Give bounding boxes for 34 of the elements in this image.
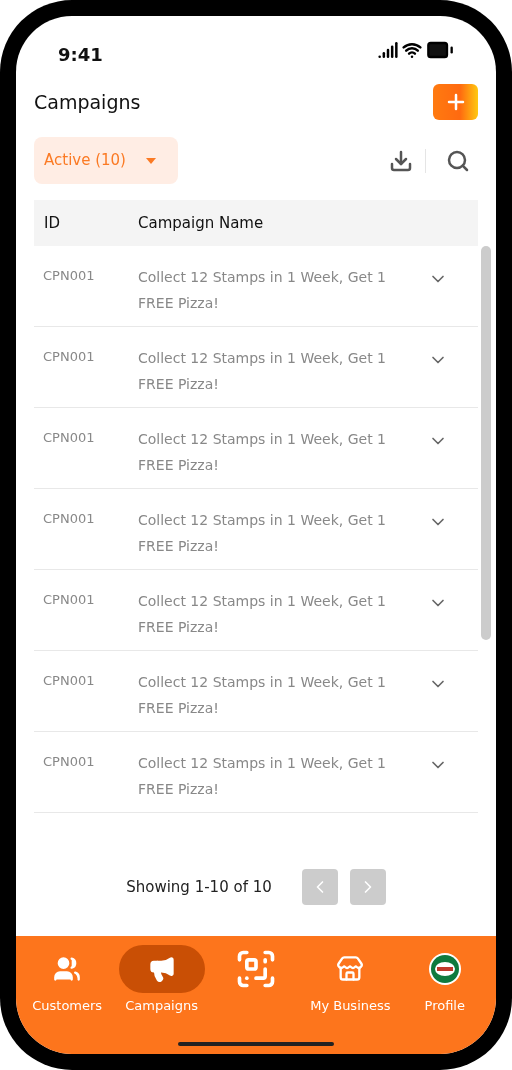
nav-tab[interactable]: My Business <box>305 945 396 1054</box>
nav-tab[interactable]: Profile <box>399 945 490 1054</box>
megaphone-icon <box>147 955 176 983</box>
table-cell-text: Collect 12 Stamps in 1 Week, Get 1 FREE Pizza! <box>138 430 387 475</box>
table-cell-text: CPN001 <box>42 348 96 366</box>
search-icon <box>446 148 470 173</box>
table-cell-text: CPN001 <box>42 267 96 285</box>
wifi-icon <box>402 40 422 60</box>
table-cell-text: CPN001 <box>42 429 96 447</box>
page-title: Campaigns <box>34 89 141 115</box>
table-cell-text: Collect 12 Stamps in 1 Week, Get 1 FREE Pizza! <box>138 511 387 556</box>
store-icon <box>336 955 365 983</box>
download-icon <box>389 148 413 173</box>
nav-tab[interactable]: Customers <box>22 945 113 1054</box>
table-cell-text: Collect 12 Stamps in 1 Week, Get 1 FREE Pizza! <box>138 268 387 313</box>
avatar-icon <box>427 952 462 986</box>
add-button[interactable] <box>433 84 478 120</box>
table-cell-text: CPN001 <box>42 591 96 609</box>
table-cell-text: CPN001 <box>42 510 96 528</box>
table-cell-text: Collect 12 Stamps in 1 Week, Get 1 FREE Pizza! <box>138 673 387 718</box>
table-cell-text: CPN001 <box>42 672 96 690</box>
table-cell-text: Collect 12 Stamps in 1 Week, Get 1 FREE Pizza! <box>138 592 387 637</box>
nav-tab[interactable]: Campaigns <box>116 945 207 1054</box>
pagination-summary: Showing 1-10 of 10 <box>126 876 272 898</box>
status-time: 9:41 <box>58 43 103 67</box>
table-cell-text: Collect 12 Stamps in 1 Week, Get 1 FREE Pizza! <box>138 754 387 799</box>
table-cell-text: Collect 12 Stamps in 1 Week, Get 1 FREE Pizza! <box>138 349 387 394</box>
table-cell-text: CPN001 <box>42 753 96 771</box>
status-filter-dropdown[interactable]: Active (10) <box>34 137 178 184</box>
column-header: Campaign Name <box>138 212 264 234</box>
people-icon <box>53 955 82 983</box>
signal-icon <box>378 40 398 60</box>
caret-icon <box>146 157 156 164</box>
column-header: ID <box>43 212 61 234</box>
